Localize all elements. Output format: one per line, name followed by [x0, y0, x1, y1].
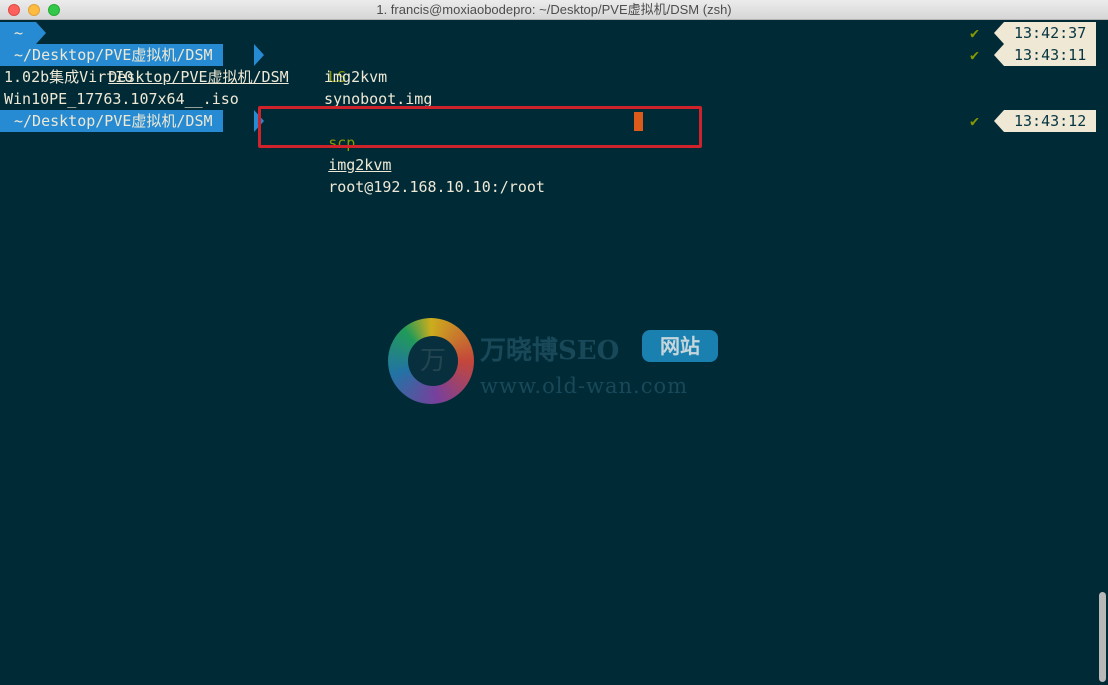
command-argument: img2kvm	[328, 156, 392, 174]
terminal-area[interactable]: ~ cd Desktop/PVE虚拟机/DSM ✔ 13:42:37 ~/Des…	[0, 20, 1096, 685]
prompt-path-segment: ~/Desktop/PVE虚拟机/DSM	[0, 44, 223, 66]
ls-output-item: Win10PE_17763.107x64__.iso	[4, 90, 239, 108]
prompt-path-segment: ~/Desktop/PVE虚拟机/DSM	[0, 110, 223, 132]
ls-output-item: 1.02b集成VirtIO	[4, 68, 134, 86]
watermark-name: 万晓博SEO	[480, 336, 620, 366]
title-bar: 1. francis@moxiaobodepro: ~/Desktop/PVE虚…	[0, 0, 1108, 20]
timestamp: 13:42:37	[1004, 22, 1096, 44]
window-title: 1. francis@moxiaobodepro: ~/Desktop/PVE虚…	[376, 2, 732, 17]
prompt-arrow-icon	[36, 22, 46, 44]
success-check-icon: ✔	[970, 112, 980, 130]
right-prompt: ✔ 13:42:37	[960, 22, 1096, 44]
prompt-home-segment: ~	[0, 22, 36, 44]
watermark-logo-char: 万	[408, 336, 458, 386]
timestamp: 13:43:12	[1004, 110, 1096, 132]
terminal-line: ~/Desktop/PVE虚拟机/DSM LS ✔ 13:43:11	[0, 44, 1096, 86]
command-destination: root@192.168.10.10:/root	[328, 178, 545, 196]
right-prompt: ✔ 13:43:11	[960, 44, 1096, 66]
terminal-line: ~ cd Desktop/PVE虚拟机/DSM ✔ 13:42:37	[0, 22, 1096, 86]
scrollbar-thumb[interactable]	[1099, 592, 1106, 682]
terminal-output-line: 1.02b集成VirtIO img2kvm	[0, 66, 1096, 88]
success-check-icon: ✔	[970, 46, 980, 64]
highlight-box	[258, 106, 702, 148]
ls-output-item: img2kvm	[324, 68, 388, 86]
time-arrow-icon	[994, 44, 1004, 66]
success-check-icon: ✔	[970, 24, 980, 42]
timestamp: 13:43:11	[1004, 44, 1096, 66]
time-arrow-icon	[994, 22, 1004, 44]
prompt-arrow-icon	[254, 44, 264, 66]
watermark: 万 万晓博SEO 网站 www.old-wan.com	[388, 318, 728, 408]
watermark-url: www.old-wan.com	[480, 374, 689, 398]
scrollbar[interactable]	[1096, 20, 1108, 685]
watermark-badge: 网站	[642, 330, 718, 362]
right-prompt: ✔ 13:43:12	[960, 110, 1096, 132]
watermark-logo-icon: 万	[388, 318, 474, 404]
time-arrow-icon	[994, 110, 1004, 132]
